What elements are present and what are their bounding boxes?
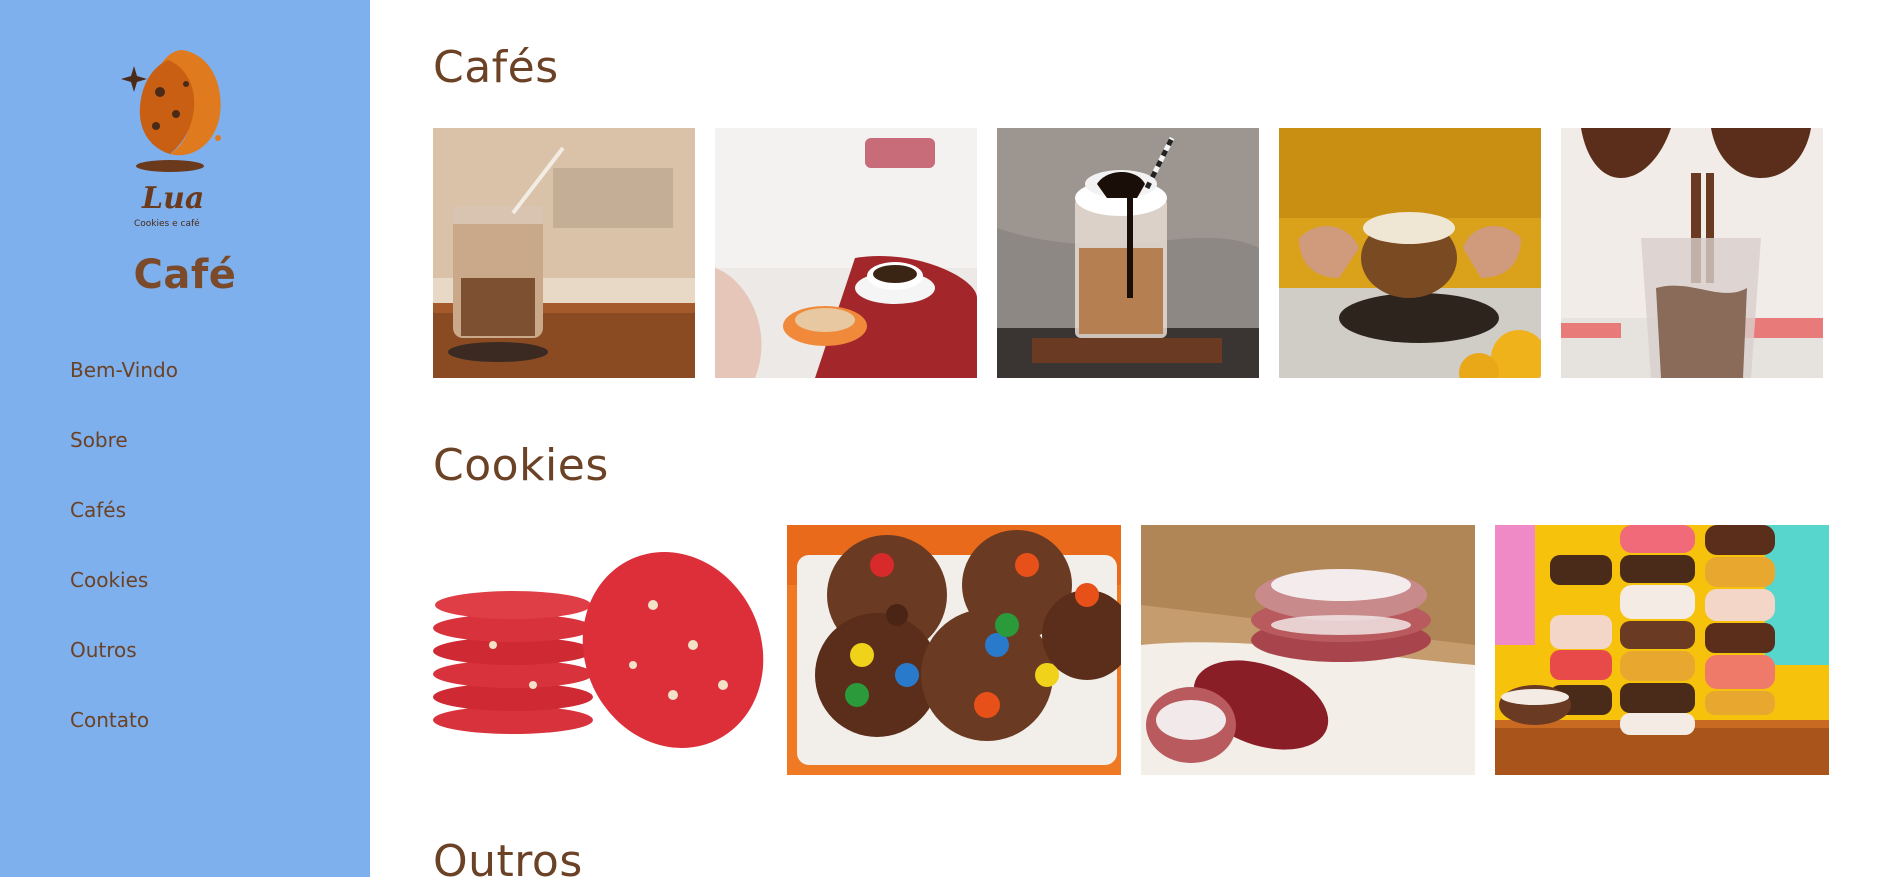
- section-title-cafes: Cafés: [433, 42, 559, 93]
- svg-text:Cookies e café: Cookies e café: [134, 218, 200, 229]
- ice-cream-cookie-sandwiches-photo[interactable]: [1495, 525, 1829, 775]
- nav-link-cafes[interactable]: Cafés: [70, 496, 126, 524]
- coffee-cup-hands-photo[interactable]: [1279, 128, 1541, 378]
- nav-link-bem-vindo[interactable]: Bem-Vindo: [70, 356, 178, 384]
- nav-link-outros[interactable]: Outros: [70, 636, 137, 664]
- sidebar: Lua Cookies e café Café Bem-Vindo Sobre …: [0, 0, 370, 877]
- nav-item-sobre: Sobre: [70, 426, 178, 496]
- cafes-gallery: [433, 128, 1823, 378]
- main-nav: Bem-Vindo Sobre Cafés Cookies Outros Con…: [70, 356, 178, 776]
- nav-link-contato[interactable]: Contato: [70, 706, 149, 734]
- cookie-moon-logo[interactable]: Lua Cookies e café: [120, 44, 250, 234]
- cookies-gallery: [433, 525, 1829, 775]
- nav-item-bem-vindo: Bem-Vindo: [70, 356, 178, 426]
- svg-text:Lua: Lua: [141, 181, 204, 216]
- red-velvet-cookies-photo[interactable]: [433, 525, 767, 775]
- nav-link-sobre[interactable]: Sobre: [70, 426, 128, 454]
- crinkle-cookies-photo[interactable]: [1141, 525, 1475, 775]
- nav-link-cookies[interactable]: Cookies: [70, 566, 148, 594]
- nav-item-contato: Contato: [70, 706, 178, 776]
- nav-item-cafes: Cafés: [70, 496, 178, 566]
- frappe-chocolate-photo[interactable]: [997, 128, 1259, 378]
- iced-latte-jar-photo[interactable]: [433, 128, 695, 378]
- brand-title: Café: [133, 252, 237, 298]
- section-title-cookies: Cookies: [433, 440, 609, 491]
- nav-item-outros: Outros: [70, 636, 178, 706]
- section-title-outros: Outros: [433, 836, 583, 877]
- coffee-pour-glass-photo[interactable]: [1561, 128, 1823, 378]
- cappuccino-table-photo[interactable]: [715, 128, 977, 378]
- nav-item-cookies: Cookies: [70, 566, 178, 636]
- chocolate-candy-cookies-photo[interactable]: [787, 525, 1121, 775]
